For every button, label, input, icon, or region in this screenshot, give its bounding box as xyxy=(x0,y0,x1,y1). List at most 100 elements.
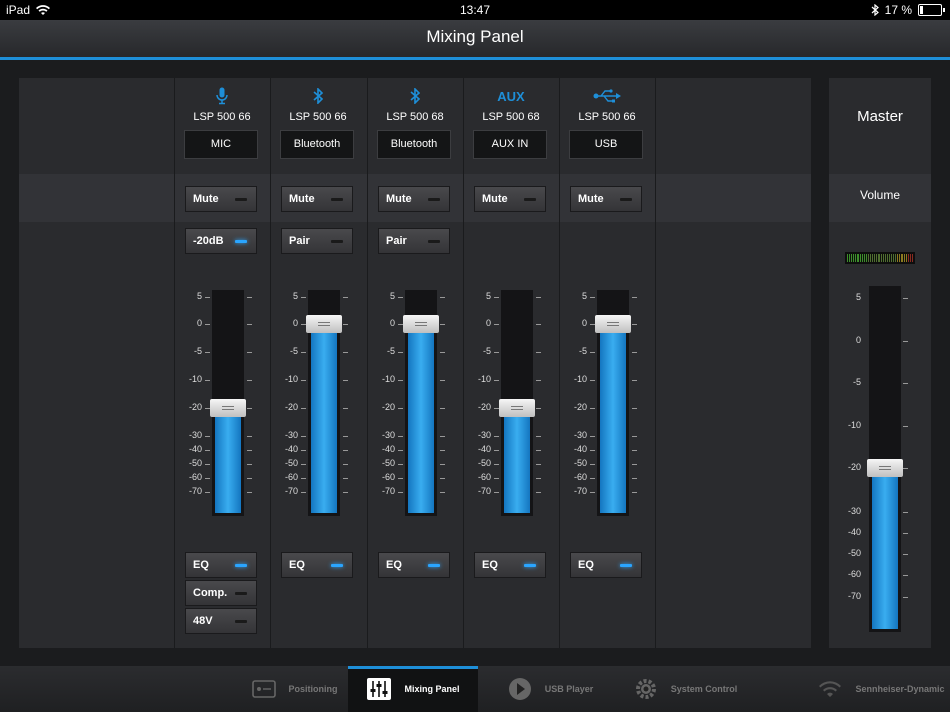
mixer-panel: LSP 500 66 MIC Mute -20dB 5 0 -5 -10 -20 -30 -40 -5… xyxy=(19,78,811,648)
fader-tick xyxy=(494,436,499,437)
fader-scale-label: -5 xyxy=(578,346,587,356)
tab-system-control[interactable]: System Control xyxy=(620,666,750,712)
fader-tick xyxy=(536,436,541,437)
positioning-icon xyxy=(251,680,276,698)
fader-scale-label: -40 xyxy=(381,444,395,454)
fader-tick xyxy=(301,408,306,409)
tab-usb-player[interactable]: USB Player xyxy=(500,666,600,712)
pair-button-led xyxy=(428,240,440,243)
fader-tick xyxy=(301,492,306,493)
fader-tick xyxy=(343,324,348,325)
fader-scale-label: -5 xyxy=(482,346,491,356)
mute-button-led xyxy=(235,198,247,201)
channel-fader[interactable] xyxy=(595,290,631,516)
source-button[interactable]: AUX IN xyxy=(473,130,547,159)
eq-button-label: EQ xyxy=(578,559,594,571)
fader-fill xyxy=(215,408,241,513)
meter-segment xyxy=(878,254,880,262)
master-scale-label: -50 xyxy=(847,548,861,558)
fader-tick xyxy=(536,478,541,479)
fader-tick xyxy=(301,380,306,381)
fader-tick xyxy=(398,297,403,298)
mute-button-led xyxy=(620,198,632,201)
fader-knob[interactable] xyxy=(306,315,342,333)
eq-button[interactable]: EQ xyxy=(570,552,642,578)
mute-button[interactable]: Mute xyxy=(570,186,642,212)
pair-button[interactable]: Pair xyxy=(378,228,450,254)
fader-scale-label: -10 xyxy=(573,374,587,384)
mute-button[interactable]: Mute xyxy=(281,186,353,212)
tab-sennheiser-dynamic[interactable]: Sennheiser-Dynamic xyxy=(812,666,950,712)
fader-tick xyxy=(632,478,637,479)
mute-button[interactable]: Mute xyxy=(378,186,450,212)
master-volume-fader[interactable] xyxy=(867,286,903,632)
fader-tick xyxy=(632,352,637,353)
fader-scale-label: -60 xyxy=(381,472,395,482)
fader-scale-label: 0 xyxy=(485,318,491,328)
channel-strip: LSP 500 66 USB Mute 5 0 -5 -10 -20 -30 -40 -50 -60 -… xyxy=(559,78,655,648)
source-button[interactable]: Bluetooth xyxy=(280,130,354,159)
fader-scale-label: -5 xyxy=(289,346,298,356)
pad-button[interactable]: -20dB xyxy=(185,228,257,254)
channel-fader[interactable] xyxy=(210,290,246,516)
master-title: Master xyxy=(857,108,903,125)
pair-button[interactable]: Pair xyxy=(281,228,353,254)
eq-button[interactable]: EQ xyxy=(281,552,353,578)
title-bar: Mixing Panel xyxy=(0,20,950,57)
meter-segment xyxy=(901,254,903,262)
channel-icon-slot: AUX xyxy=(463,86,559,106)
phantom-power-button[interactable]: 48V xyxy=(185,608,257,634)
fader-tick xyxy=(398,478,403,479)
channel-fader[interactable] xyxy=(306,290,342,516)
source-button[interactable]: MIC xyxy=(184,130,258,159)
source-button[interactable]: Bluetooth xyxy=(377,130,451,159)
fader-scale-label: -10 xyxy=(188,374,202,384)
tab-mixing-panel[interactable]: Mixing Panel xyxy=(348,666,478,712)
fader-tick xyxy=(590,436,595,437)
aux-icon: AUX xyxy=(497,88,525,104)
channel-strip: AUX LSP 500 68 AUX IN Mute 5 0 -5 -10 -20 -30 -40 -… xyxy=(463,78,559,648)
master-tick xyxy=(903,512,908,513)
mute-button[interactable]: Mute xyxy=(474,186,546,212)
eq-button[interactable]: EQ xyxy=(474,552,546,578)
fader-scale-label: 5 xyxy=(485,291,491,301)
mute-button[interactable]: Mute xyxy=(185,186,257,212)
eq-button-led xyxy=(428,564,440,567)
meter-segment xyxy=(851,254,853,262)
meter-segment xyxy=(907,254,909,262)
channel-fader[interactable] xyxy=(499,290,535,516)
tab-positioning[interactable]: Positioning xyxy=(240,666,348,712)
compressor-button[interactable]: Comp. xyxy=(185,580,257,606)
channel-fader[interactable] xyxy=(403,290,439,516)
master-fader-knob[interactable] xyxy=(867,459,903,477)
fader-tick xyxy=(536,324,541,325)
meter-segment xyxy=(847,254,849,262)
channel-icon-slot xyxy=(559,86,655,106)
fader-scale-label: 5 xyxy=(196,291,202,301)
master-scale-label: -10 xyxy=(847,420,861,430)
fader-tick xyxy=(343,352,348,353)
channel-icon-slot xyxy=(270,86,366,106)
fader-tick xyxy=(398,352,403,353)
fader-scale-label: -30 xyxy=(284,430,298,440)
fader-tick xyxy=(494,297,499,298)
fader-tick xyxy=(205,324,210,325)
master-scale-label: 0 xyxy=(855,335,861,345)
fader-tick xyxy=(247,450,252,451)
eq-button[interactable]: EQ xyxy=(185,552,257,578)
eq-button[interactable]: EQ xyxy=(378,552,450,578)
fader-knob[interactable] xyxy=(499,399,535,417)
fader-knob[interactable] xyxy=(403,315,439,333)
fader-knob[interactable] xyxy=(595,315,631,333)
fader-tick xyxy=(536,408,541,409)
fader-tick xyxy=(398,450,403,451)
fader-scale-label: -30 xyxy=(573,430,587,440)
fader-fill xyxy=(600,324,626,513)
fader-scale-label: -40 xyxy=(477,444,491,454)
source-button[interactable]: USB xyxy=(569,130,643,159)
channel-icon-slot xyxy=(174,86,270,106)
fader-scale-label: 5 xyxy=(292,291,298,301)
fader-tick xyxy=(247,408,252,409)
fader-knob[interactable] xyxy=(210,399,246,417)
fader-scale-label: 0 xyxy=(389,318,395,328)
